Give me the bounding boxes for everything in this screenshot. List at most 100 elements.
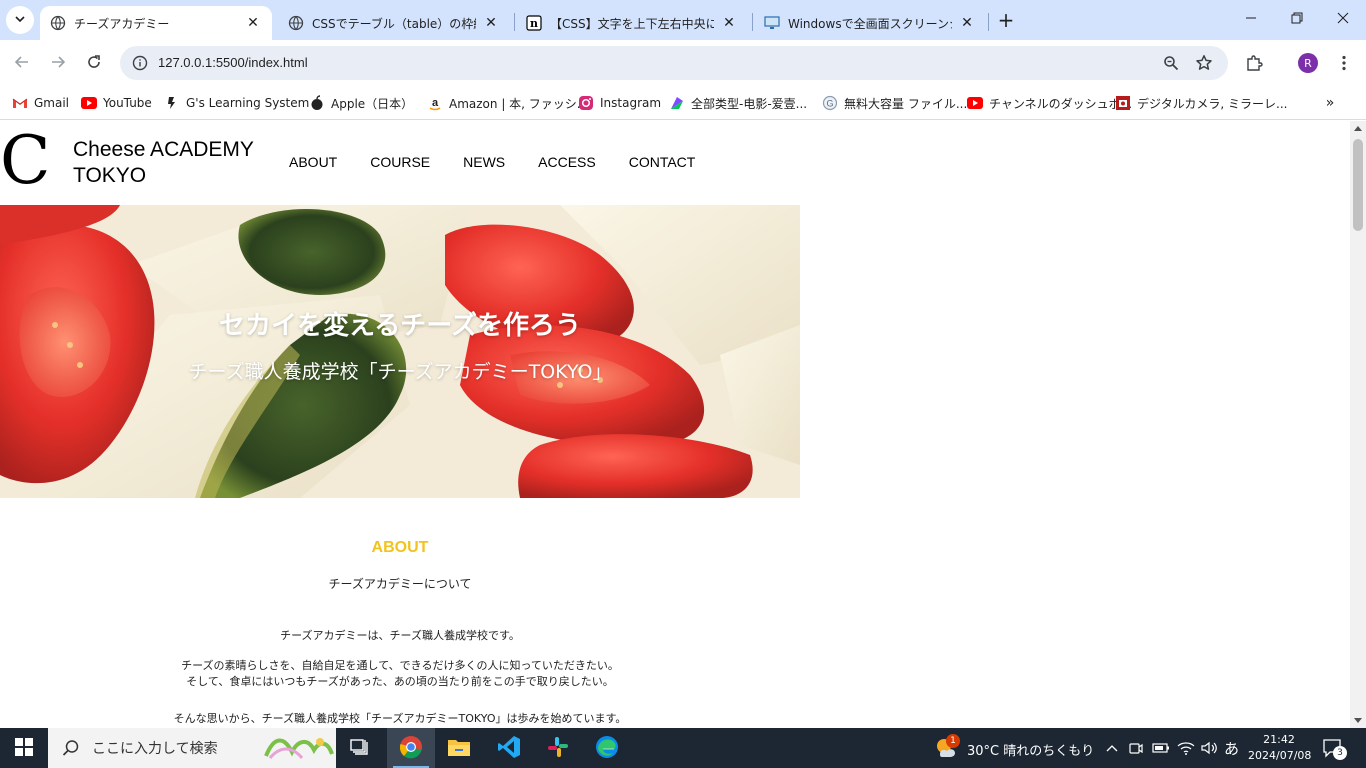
hero-image (0, 205, 800, 498)
bookmark-yt-studio[interactable]: チャンネルのダッシュボ... (967, 92, 1132, 114)
tab-search-button[interactable] (6, 6, 34, 34)
site-info-icon[interactable] (128, 51, 152, 75)
bookmark-star-icon[interactable] (1194, 53, 1214, 73)
taskbar-slack[interactable] (534, 728, 582, 768)
reload-button[interactable] (79, 48, 109, 78)
close-icon (1337, 12, 1349, 28)
chevron-down-icon (14, 13, 26, 28)
nav-news[interactable]: NEWS (463, 154, 505, 170)
taskbar-chrome[interactable] (387, 728, 435, 768)
bookmark-apple[interactable]: Apple（日本） (309, 92, 413, 114)
global-nav: ABOUT COURSE NEWS ACCESS CONTACT (289, 154, 695, 170)
url-text: 127.0.0.1:5500/index.html (158, 55, 308, 70)
more-menu-icon[interactable] (1333, 52, 1355, 74)
chrome-icon (399, 735, 423, 762)
scrollbar-thumb[interactable] (1353, 139, 1363, 231)
about-section: ABOUT チーズアカデミーについて チーズアカデミーは、チーズ職人養成学校です… (0, 539, 800, 727)
bookmark-amazon[interactable]: a Amazon | 本, ファッシ... (427, 92, 588, 114)
nav-access[interactable]: ACCESS (538, 154, 596, 170)
logo-mark[interactable]: C (0, 123, 51, 199)
bookmarks-bar: Gmail YouTube G's Learning System Apple（… (0, 86, 1366, 120)
extensions-icon[interactable] (1243, 52, 1265, 74)
wifi-icon[interactable] (1177, 740, 1195, 759)
bookmark-label: Apple（日本） (331, 96, 414, 111)
logo-text[interactable]: Cheese ACADEMY TOKYO (73, 137, 254, 189)
apple-icon (309, 95, 325, 111)
weather-text[interactable]: 30°C 晴れのちくもり (967, 740, 1094, 759)
meet-now-icon[interactable] (1128, 740, 1144, 759)
profile-avatar[interactable]: R (1298, 53, 1318, 73)
about-paragraph-1: チーズアカデミーは、チーズ職人養成学校です。 (280, 629, 520, 642)
taskbar-vscode[interactable] (485, 728, 533, 768)
new-tab-button[interactable]: + (994, 8, 1018, 32)
tab-css-table[interactable]: CSSでテーブル（table）の枠線（ボ ✕ (278, 6, 510, 40)
bookmark-label: Instagram (600, 96, 662, 110)
tab-title: CSSでテーブル（table）の枠線（ボ (312, 16, 476, 31)
ime-indicator[interactable]: あ (1224, 738, 1239, 759)
close-window-button[interactable] (1320, 0, 1366, 40)
close-icon[interactable]: ✕ (720, 14, 738, 32)
windows-taskbar: ここに入力して検索 1 30°C 晴れのちくもり あ 21:42 2024/07… (0, 728, 1366, 768)
tab-windows-screenshot[interactable]: Windowsで全画面スクリーンショット ✕ (754, 6, 986, 40)
taskbar-search-placeholder: ここに入力して検索 (92, 741, 218, 757)
bookmark-youtube[interactable]: YouTube (81, 92, 152, 114)
arrow-right-icon (50, 54, 66, 73)
bookmark-label: 全部类型-电影-爱壹... (691, 96, 808, 111)
forward-button[interactable] (43, 48, 73, 78)
svg-text:G: G (826, 99, 833, 109)
scroll-up-arrow-icon[interactable] (1354, 126, 1362, 131)
arrow-left-icon (14, 54, 30, 73)
battery-icon[interactable] (1152, 740, 1170, 759)
tab-separator (752, 13, 753, 31)
svg-text:a: a (432, 97, 439, 109)
about-paragraph-2b: そして、食卓にはいつもチーズがあった、あの頃の当たり前をこの手で取り戻したい。 (186, 675, 614, 688)
address-bar[interactable]: 127.0.0.1:5500/index.html (120, 46, 1228, 80)
zoom-icon[interactable] (1161, 53, 1181, 73)
page-scrollbar[interactable] (1350, 121, 1366, 728)
bookmark-label: G's Learning System (186, 96, 310, 110)
close-icon[interactable]: ✕ (958, 14, 976, 32)
tab-cheese-academy[interactable]: チーズアカデミー ✕ (40, 6, 272, 40)
bookmark-instagram[interactable]: Instagram (578, 92, 661, 114)
logo-line-1: Cheese ACADEMY (73, 138, 254, 161)
slack-icon (547, 736, 569, 761)
clock-date: 2024/07/08 (1248, 749, 1312, 762)
bookmark-gigafile[interactable]: G 無料大容量 ファイル... (822, 92, 967, 114)
chevron-up-icon[interactable] (1104, 740, 1120, 759)
about-subheading: チーズアカデミーについて (328, 577, 472, 591)
nav-course[interactable]: COURSE (370, 154, 430, 170)
scroll-down-arrow-icon[interactable] (1354, 718, 1362, 723)
logo-line-2: TOKYO (73, 164, 147, 187)
restore-button[interactable] (1274, 0, 1320, 40)
volume-icon[interactable] (1200, 740, 1218, 759)
start-button[interactable] (0, 728, 48, 768)
globe-icon (50, 15, 66, 31)
minimize-button[interactable] (1228, 0, 1274, 40)
tab-title: 【CSS】文字を上下左右中央に配置 (550, 16, 714, 31)
reload-icon (86, 54, 102, 73)
taskbar-edge[interactable] (583, 728, 631, 768)
about-paragraph-3: そんな思いから、チーズ職人養成学校「チーズアカデミーTOKYO」は歩みを始めてい… (173, 712, 627, 725)
clock[interactable]: 21:42 2024/07/08 (1248, 732, 1312, 764)
more-bookmarks-icon[interactable]: » (1320, 94, 1340, 112)
about-paragraph-2a: チーズの素晴らしさを、自給自足を通して、できるだけ多くの人に知っていただきたい。 (181, 659, 619, 672)
restore-icon (1291, 12, 1303, 28)
bookmark-camera-store[interactable]: デジタルカメラ, ミラーレ... (1115, 92, 1287, 114)
hero-title: セカイを変えるチーズを作ろう (219, 311, 581, 341)
page-viewport: C Cheese ACADEMY TOKYO ABOUT COURSE NEWS… (0, 121, 1350, 728)
bookmark-iqiyi[interactable]: 全部类型-电影-爱壹... (669, 92, 807, 114)
nav-contact[interactable]: CONTACT (629, 154, 696, 170)
folder-icon (447, 737, 471, 760)
taskbar-file-explorer[interactable] (435, 728, 483, 768)
nav-about[interactable]: ABOUT (289, 154, 337, 170)
back-button[interactable] (7, 48, 37, 78)
bookmark-gmail[interactable]: Gmail (12, 92, 69, 114)
close-icon[interactable]: ✕ (482, 14, 500, 32)
close-icon[interactable]: ✕ (244, 14, 262, 32)
task-view-button[interactable] (336, 728, 384, 768)
tab-css-center[interactable]: n 【CSS】文字を上下左右中央に配置 ✕ (516, 6, 748, 40)
svg-text:n: n (530, 17, 538, 30)
bookmark-gs-learning[interactable]: G's Learning System (164, 92, 309, 114)
about-heading: ABOUT (371, 539, 429, 556)
taskbar-search-box[interactable]: ここに入力して検索 (48, 728, 336, 768)
